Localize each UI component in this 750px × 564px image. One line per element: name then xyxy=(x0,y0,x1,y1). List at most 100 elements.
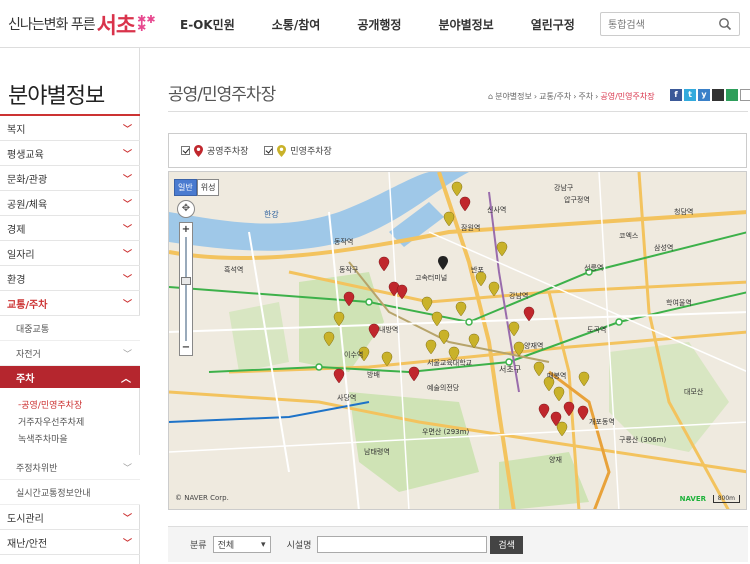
breadcrumb-item[interactable]: 주차 xyxy=(578,91,593,102)
search-input[interactable] xyxy=(601,14,711,37)
map-label: 고속터미널 xyxy=(415,273,447,282)
print-icon[interactable] xyxy=(740,89,750,101)
sidebar-sub-violation[interactable]: 주정차위반 ﹀ xyxy=(0,455,140,480)
map-label: 흑석역 xyxy=(224,265,243,274)
home-icon[interactable]: ⌂ xyxy=(488,92,493,101)
chevron-down-icon: ﹀ xyxy=(122,149,132,160)
sidebar-third-public-private-parking[interactable]: - 공영/민영주차장 xyxy=(0,396,140,413)
sidebar-item-environment[interactable]: 환경 ﹀ xyxy=(0,266,140,291)
sidebar-sub-public-transit[interactable]: 대중교통 xyxy=(0,316,140,341)
sidebar-sub-label: 주차 xyxy=(16,373,35,385)
map-label: 대모산 xyxy=(684,387,704,396)
breadcrumb: ⌂ 분야별정보 › 교통/주차 › 주차 › 공영/민영주차장 xyxy=(488,91,655,102)
sidebar-item-label: 교통/주차 xyxy=(7,299,48,311)
sidebar-item-label: 문화/관광 xyxy=(7,174,48,186)
map-label: 삼성역 xyxy=(654,243,673,252)
sidebar-third-green-parking[interactable]: 녹색주차마을 xyxy=(0,430,140,447)
twitter-icon[interactable]: t xyxy=(684,89,696,101)
sidebar-item-label: 재난/안전 xyxy=(7,538,48,550)
sidebar-item-culture[interactable]: 문화/관광 ﹀ xyxy=(0,166,140,191)
sidebar-third-label: 거주자우선주차제 xyxy=(18,418,85,428)
map-label: 동작역 xyxy=(334,237,353,246)
sidebar-sub-realtime-traffic[interactable]: 실시간교통정보안내 xyxy=(0,480,140,505)
category-select[interactable]: 전체 ▾ xyxy=(212,536,271,553)
breadcrumb-current: 공영/민영주차장 xyxy=(600,92,655,101)
sidebar-sub-bicycle[interactable]: 자전거 ﹀ xyxy=(0,341,140,366)
private-checkbox[interactable] xyxy=(264,146,274,155)
map-canvas[interactable]: 강남구 서초구 동작구 한강 반포 양재 우면산 (293m) 구룡산 (306… xyxy=(169,172,747,510)
zoom-slider[interactable]: + − xyxy=(179,222,193,356)
sidebar-third-resident-parking[interactable]: 거주자우선주차제 xyxy=(0,413,140,430)
pan-icon[interactable]: ✥ xyxy=(177,200,195,218)
facility-name-input[interactable] xyxy=(317,536,488,553)
category-label: 분류 xyxy=(190,541,207,551)
sidebar-item-traffic[interactable]: 교통/주차 ﹀ xyxy=(0,291,140,316)
sidebar-item-label: 환경 xyxy=(7,274,26,286)
page-title: 공영/민영주차장 xyxy=(168,85,276,105)
facility-label: 시설명 xyxy=(286,541,312,551)
map-label: 내방역 xyxy=(379,325,398,334)
sidebar-item-urban[interactable]: 도시관리 ﹀ xyxy=(0,505,140,530)
nav-eok[interactable]: E-OK민원 xyxy=(180,16,235,33)
map-copyright: © NAVER Corp. xyxy=(175,494,229,502)
logo-slogan: 신나는변화 푸른 xyxy=(8,17,96,33)
map-label: 신사역 xyxy=(487,205,506,214)
sidebar-item-label: 공원/체육 xyxy=(7,199,48,211)
search-button[interactable]: 검색 xyxy=(490,535,523,554)
map-label: 이수역 xyxy=(344,350,363,359)
map-label: 우면산 (293m) xyxy=(422,427,469,436)
sidebar-item-safety[interactable]: 재난/안전 ﹀ xyxy=(0,530,140,555)
sidebar-third-label: 녹색주차마을 xyxy=(18,435,68,445)
category-value: 전체 xyxy=(217,541,235,551)
map-label: 청담역 xyxy=(674,207,693,216)
filter-public[interactable]: 공영주차장 xyxy=(181,144,248,157)
chevron-down-icon: ﹀ xyxy=(122,299,132,310)
breadcrumb-item[interactable]: 분야별정보 xyxy=(495,91,532,102)
logo-stars-icon: ✱✱ ✱ xyxy=(137,13,156,34)
map-label: 매봉역 xyxy=(547,371,566,380)
sidebar-item-economy[interactable]: 경제 ﹀ xyxy=(0,216,140,241)
chevron-up-icon: ︿ xyxy=(121,373,131,385)
band-icon[interactable] xyxy=(726,89,738,101)
facebook-icon[interactable]: f xyxy=(670,89,682,101)
map-label: 개포동역 xyxy=(589,417,615,426)
zoom-track xyxy=(185,237,187,341)
parking-search-bar: 분류 전체 ▾ 시설명 검색 xyxy=(168,526,748,562)
zoom-handle[interactable] xyxy=(181,277,191,285)
sidebar-item-education[interactable]: 평생교육 ﹀ xyxy=(0,141,140,166)
breadcrumb-item[interactable]: 교통/주차 xyxy=(539,91,571,102)
map-label: 선릉역 xyxy=(584,263,603,272)
map-label: 방배 xyxy=(367,370,380,379)
logo-title: 서초 xyxy=(96,14,136,39)
map-type-satellite[interactable]: 위성 xyxy=(196,179,220,196)
sidebar-sub-parking[interactable]: 주차 ︿ xyxy=(0,366,140,388)
nav-communication[interactable]: 소통/참여 xyxy=(272,16,321,33)
nav-field-info[interactable]: 분야별정보 xyxy=(438,16,493,33)
nav-open-gov[interactable]: 열린구정 xyxy=(531,16,575,33)
parking-filter: 공영주차장 민영주차장 xyxy=(168,133,747,168)
sidebar-item-jobs[interactable]: 일자리 ﹀ xyxy=(0,241,140,266)
map-label: 양재 xyxy=(549,456,562,464)
map-type-normal[interactable]: 일반 xyxy=(174,179,197,196)
filter-public-label: 공영주차장 xyxy=(207,147,249,157)
parking-map[interactable]: 강남구 서초구 동작구 한강 반포 양재 우면산 (293m) 구룡산 (306… xyxy=(168,171,747,510)
chevron-down-icon: ﹀ xyxy=(122,513,132,524)
sidebar-item-welfare[interactable]: 복지 ﹀ xyxy=(0,116,140,141)
map-label: 서초구 xyxy=(499,365,521,374)
nav-admin[interactable]: 공개행정 xyxy=(357,16,401,33)
chevron-down-icon: ﹀ xyxy=(122,224,132,235)
site-logo[interactable]: 신나는변화 푸른 서초 ✱✱ ✱ xyxy=(8,8,156,40)
yozm-icon[interactable]: y xyxy=(698,89,710,101)
sidebar-item-parks[interactable]: 공원/체육 ﹀ xyxy=(0,191,140,216)
public-checkbox[interactable] xyxy=(181,146,190,155)
map-label: 사당역 xyxy=(337,393,356,402)
me2day-icon[interactable] xyxy=(712,89,724,101)
map-label: 압구정역 xyxy=(564,195,590,204)
title-divider xyxy=(168,111,748,112)
sidebar: 분야별정보 복지 ﹀ 평생교육 ﹀ 문화/관광 ﹀ 공원/체육 ﹀ 경제 ﹀ 일자리 ﹀ 환… xyxy=(0,48,140,564)
map-label: 학여울역 xyxy=(666,298,692,307)
search-icon[interactable] xyxy=(718,17,732,31)
zoom-out-button[interactable]: − xyxy=(180,342,192,354)
filter-private[interactable]: 민영주차장 xyxy=(264,144,332,157)
zoom-in-button[interactable]: + xyxy=(180,224,192,236)
